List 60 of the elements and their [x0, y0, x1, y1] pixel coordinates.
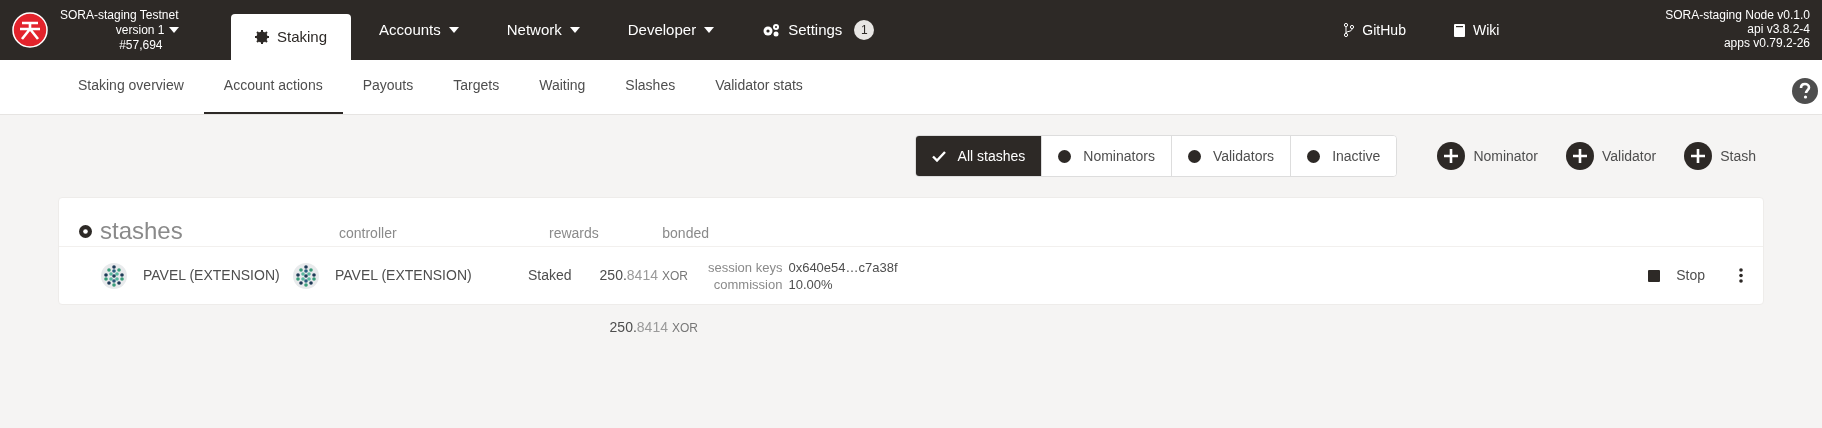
gear-icon	[255, 30, 269, 44]
sub-tab[interactable]: Targets	[433, 59, 520, 114]
section-title: stashes	[100, 216, 183, 246]
wiki-link[interactable]: Wiki	[1453, 19, 1500, 41]
logo-icon[interactable]	[12, 12, 48, 48]
stop-button[interactable]: Stop	[1640, 261, 1713, 290]
detail-value: 10.00%	[788, 275, 834, 293]
book-icon	[1453, 23, 1465, 37]
branch-icon	[1344, 23, 1355, 37]
help-icon[interactable]	[1792, 78, 1818, 104]
caret-icon	[704, 27, 715, 33]
column-header: controller	[339, 224, 398, 243]
add-button[interactable]: Stash	[1684, 142, 1756, 170]
version-info: api v3.8.2-4	[1747, 22, 1810, 36]
check-icon	[931, 150, 946, 162]
column-header: bonded	[661, 224, 709, 243]
nav-menu[interactable]: Network	[486, 0, 600, 60]
account-name: PAVEL (EXTENSION)	[335, 266, 472, 285]
detail-label: commission	[712, 275, 783, 293]
sub-tab[interactable]: Account actions	[203, 59, 343, 114]
plus-icon	[1684, 142, 1713, 170]
account-name: PAVEL (EXTENSION)	[143, 266, 280, 285]
caret-icon	[448, 27, 459, 33]
add-button[interactable]: Validator	[1565, 142, 1657, 170]
caret-icon	[168, 27, 179, 33]
add-button[interactable]: Nominator	[1437, 142, 1538, 170]
count-badge: 1	[854, 20, 875, 40]
identicon-icon	[101, 262, 127, 289]
plus-icon	[1565, 142, 1594, 170]
sub-tab[interactable]: Validator stats	[695, 59, 823, 114]
dot-icon	[1187, 149, 1201, 163]
github-link[interactable]: GitHub	[1344, 19, 1406, 41]
filter-toggle[interactable]: All stashes	[915, 136, 1042, 176]
nav-menu[interactable]: Accounts	[359, 0, 479, 60]
more-icon[interactable]	[1739, 268, 1743, 283]
detail-value: 0x640e54…c7a38f	[788, 258, 898, 276]
filter-toggle[interactable]: Inactive	[1290, 136, 1397, 176]
settings-menu[interactable]: Settings 1	[742, 0, 895, 60]
version-info: SORA-staging Node v0.1.0	[1665, 8, 1810, 22]
nav-menu[interactable]: Developer	[607, 0, 735, 60]
stop-icon	[1648, 269, 1661, 282]
nav-tab[interactable]: Staking	[231, 14, 352, 60]
radio-icon	[79, 224, 92, 238]
sub-tab[interactable]: Payouts	[342, 59, 434, 114]
column-header: rewards	[549, 224, 600, 243]
rewards-status: Staked	[528, 266, 573, 285]
chain-selector[interactable]: SORA-staging Testnet version 1 #57,694	[60, 7, 179, 53]
plus-icon	[1437, 142, 1466, 170]
sub-tab[interactable]: Waiting	[519, 59, 606, 114]
dot-icon	[1307, 149, 1321, 163]
bonded-amount: 250.8414 XOR	[599, 266, 688, 285]
gears-icon	[762, 23, 781, 37]
detail-label: session keys	[708, 258, 783, 276]
bonded-amount: 250.8414 XOR	[609, 318, 698, 337]
sub-tab[interactable]: Slashes	[605, 59, 696, 114]
identicon-icon	[293, 262, 319, 289]
caret-icon	[569, 27, 580, 33]
version-info: apps v0.79.2-26	[1723, 36, 1810, 50]
dot-icon	[1058, 149, 1072, 163]
sub-tab[interactable]: Staking overview	[58, 59, 204, 114]
